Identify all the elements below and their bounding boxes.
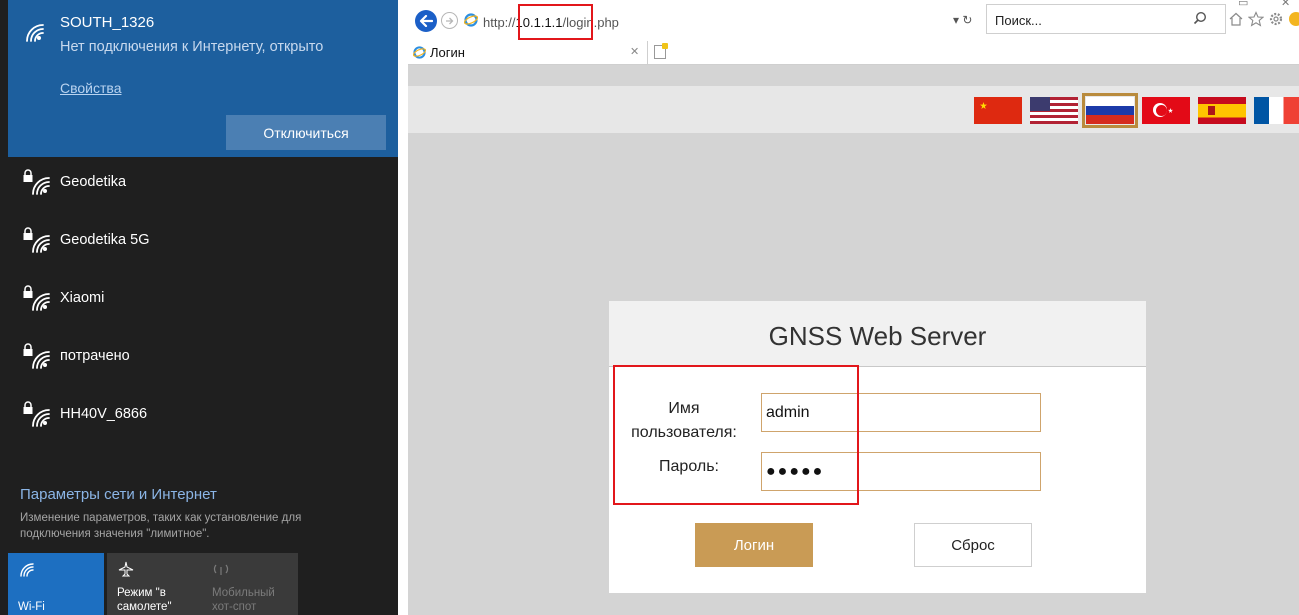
connected-network[interactable]: SOUTH_1326 Нет подключения к Интернету, … [8, 0, 398, 157]
restore-window-icon[interactable]: ▭ [1238, 0, 1248, 9]
address-bar: http://10.1.1.1/login.php ▾ ↻ Поиск... ▭… [408, 0, 1299, 41]
wifi-signal-icon [32, 293, 50, 311]
refresh-button[interactable]: ▾ ↻ [953, 13, 972, 27]
wifi-signal-icon [26, 24, 44, 42]
network-name: Geodetika [60, 174, 127, 190]
properties-link[interactable]: Свойства [60, 80, 121, 96]
login-button[interactable]: Логин [695, 523, 813, 567]
network-item-partial[interactable] [8, 445, 398, 459]
language-bar [408, 86, 1299, 133]
ie-tab-icon [413, 46, 426, 59]
browser-window: http://10.1.1.1/login.php ▾ ↻ Поиск... ▭… [408, 0, 1299, 615]
url-scheme: http:// [483, 15, 516, 30]
flag-spain-icon[interactable] [1198, 97, 1246, 124]
network-name: Geodetika 5G [60, 232, 150, 248]
flag-russia-icon[interactable] [1082, 93, 1138, 128]
credentials-highlight-box [613, 365, 859, 505]
ie-page-icon [464, 13, 478, 27]
new-tab-button[interactable] [654, 43, 668, 59]
search-field[interactable]: Поиск... [986, 4, 1226, 34]
close-window-icon[interactable]: ✕ [1281, 0, 1290, 9]
connected-ssid: SOUTH_1326 [60, 14, 155, 31]
home-icon[interactable] [1228, 11, 1244, 27]
tab-title: Логин [430, 45, 465, 60]
search-placeholder: Поиск... [995, 13, 1042, 28]
quick-action-airplane[interactable]: Режим "в самолете" [107, 553, 203, 615]
back-button[interactable] [415, 10, 437, 32]
network-settings-link[interactable]: Параметры сети и Интернет [20, 486, 217, 503]
quick-action-label: Мобильный хот-спот [212, 587, 275, 613]
forward-button[interactable] [441, 12, 458, 29]
search-icon[interactable] [1193, 11, 1207, 25]
quick-action-wifi[interactable]: Wi-Fi [8, 553, 104, 615]
network-item[interactable]: Xiaomi [8, 271, 398, 329]
tab-strip: Логин ✕ [408, 41, 1299, 65]
wifi-flyout: SOUTH_1326 Нет подключения к Интернету, … [0, 0, 398, 615]
flag-usa-icon[interactable] [1030, 97, 1078, 124]
network-settings-description: Изменение параметров, таких как установл… [20, 512, 302, 540]
feedback-smiley-icon[interactable] [1288, 11, 1299, 27]
quick-action-label: Wi-Fi [18, 601, 45, 613]
page-title: GNSS Web Server [768, 321, 987, 351]
flag-france-icon[interactable] [1254, 97, 1299, 124]
connection-status: Нет подключения к Интернету, открыто [60, 39, 324, 55]
quick-action-label: Режим "в самолете" [117, 587, 172, 613]
reset-button[interactable]: Сброс [914, 523, 1032, 567]
network-name: Xiaomi [60, 290, 105, 306]
airplane-icon [118, 561, 134, 577]
network-name: HH40V_6866 [60, 406, 148, 422]
wifi-signal-icon [32, 409, 50, 427]
wifi-signal-icon [32, 351, 50, 369]
wifi-icon [20, 563, 34, 577]
settings-gear-icon[interactable] [1268, 11, 1284, 27]
arrow-right-icon [446, 17, 454, 24]
quick-action-hotspot[interactable]: Мобильный хот-спот [202, 553, 298, 615]
network-item[interactable]: Geodetika [8, 155, 398, 213]
network-item[interactable]: HH40V_6866 [8, 387, 398, 445]
login-header: GNSS Web Server [609, 301, 1146, 367]
flag-china-icon[interactable] [974, 97, 1022, 124]
arrow-left-icon [419, 15, 433, 27]
close-tab-icon[interactable]: ✕ [630, 45, 639, 58]
disconnect-button[interactable]: Отключиться [226, 115, 386, 150]
wifi-signal-icon [32, 177, 50, 195]
network-name: потрачено [60, 348, 130, 364]
url-highlight-box [518, 4, 593, 40]
flag-turkey-icon[interactable] [1142, 97, 1190, 124]
wifi-signal-icon [32, 235, 50, 253]
network-item[interactable]: потрачено [8, 329, 398, 387]
network-item[interactable]: Geodetika 5G [8, 213, 398, 271]
hotspot-icon [213, 564, 229, 575]
favorites-star-icon[interactable] [1248, 11, 1264, 27]
tab-login[interactable]: Логин ✕ [408, 41, 648, 65]
login-form: GNSS Web Server Имя пользователя: admin … [609, 301, 1146, 593]
